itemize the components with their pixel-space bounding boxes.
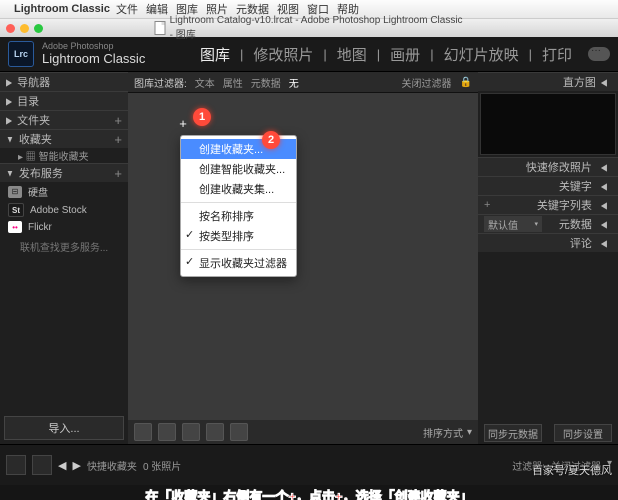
zoom-icon[interactable] (34, 24, 43, 33)
add-folder-icon[interactable]: + (114, 113, 122, 128)
menu-sort-name[interactable]: 按名称排序 (181, 206, 296, 226)
menu-sort-type[interactable]: 按类型排序 (181, 226, 296, 246)
prev-icon[interactable]: ◀ (58, 459, 66, 472)
cloud-sync-icon[interactable] (588, 47, 610, 61)
app-menu[interactable]: Lightroom Classic (14, 3, 110, 15)
histogram-display (480, 93, 616, 155)
filmstrip-source[interactable]: 快捷收藏夹 (87, 458, 137, 473)
filter-label: 图库过滤器: (134, 75, 187, 90)
filter-text[interactable]: 文本 (195, 75, 215, 90)
sort-dropdown[interactable]: ▾ (467, 427, 472, 438)
histogram-header[interactable]: 直方图◀ (478, 72, 618, 91)
menu-show-filter[interactable]: 显示收藏夹过滤器 (181, 253, 296, 273)
sort-label: 排序方式 (423, 425, 463, 440)
people-icon[interactable] (230, 423, 248, 441)
flickr-icon: •• (8, 221, 22, 233)
module-print[interactable]: 打印 (542, 44, 572, 65)
annotation-marker-1: 1 (193, 108, 211, 126)
next-icon[interactable]: ▶ (72, 459, 80, 472)
menu-file[interactable]: 文件 (116, 1, 138, 17)
catalog-header[interactable]: ▶目录 (0, 91, 128, 110)
module-develop[interactable]: 修改照片 (253, 44, 313, 65)
navigator-header[interactable]: ▶导航器 (0, 72, 128, 91)
brand-big: Lightroom Classic (42, 52, 145, 66)
right-panel: 直方图◀ 快速修改照片◀ 关键字◀ +关键字列表◀ 默认值▾元数据◀ 评论◀ 同… (478, 72, 618, 444)
keywording-header[interactable]: 关键字◀ (478, 176, 618, 195)
menu-create-smart[interactable]: 创建智能收藏夹... (181, 159, 296, 179)
add-collection-icon[interactable]: + (114, 132, 122, 147)
library-filter-bar: 图库过滤器: 文本 属性 元数据 无 关闭过滤器 🔒 (128, 72, 478, 93)
publish-header[interactable]: ▼发布服务+ (0, 163, 128, 182)
module-library[interactable]: 图库 (200, 44, 230, 65)
filmstrip: ◀ ▶ 快捷收藏夹 0 张照片 过滤器: 关闭过滤器 ▾ (0, 444, 618, 485)
filter-off[interactable]: 关闭过滤器 (402, 75, 452, 90)
quick-develop-header[interactable]: 快速修改照片◀ (478, 157, 618, 176)
service-flickr[interactable]: ••Flickr (0, 219, 128, 235)
keyword-list-header[interactable]: +关键字列表◀ (478, 195, 618, 214)
tutorial-caption: 在「收藏夹」右侧有一个+，点击+，选择「创建收藏夹」 (0, 485, 618, 500)
metadata-header[interactable]: 默认值▾元数据◀ (478, 214, 618, 233)
add-publish-icon[interactable]: + (114, 166, 122, 181)
harddrive-icon: ⊟ (8, 186, 22, 198)
app-header: Lrc Adobe Photoshop Lightroom Classic 图库… (0, 37, 618, 72)
sync-settings-button[interactable]: 同步设置 (554, 424, 612, 442)
compare-icon[interactable] (182, 423, 200, 441)
collections-context-menu: 创建收藏夹... 创建智能收藏夹... 创建收藏夹集... 按名称排序 按类型排… (180, 135, 297, 277)
service-adobestock[interactable]: StAdobe Stock (0, 201, 128, 219)
survey-icon[interactable] (206, 423, 224, 441)
menu-create-set[interactable]: 创建收藏夹集... (181, 179, 296, 199)
filter-attr[interactable]: 属性 (223, 75, 243, 90)
window-titlebar: Lightroom Catalog-v10.lrcat - Adobe Phot… (0, 19, 618, 37)
collections-plus-hotspot[interactable]: + (175, 115, 191, 131)
filmstrip-count: 0 张照片 (143, 458, 181, 473)
window-title: Lightroom Catalog-v10.lrcat - Adobe Phot… (170, 15, 464, 41)
secondary-display-icon[interactable] (6, 455, 26, 475)
service-harddrive[interactable]: ⊟硬盘 (0, 182, 128, 201)
module-book[interactable]: 画册 (390, 44, 420, 65)
document-icon (155, 21, 166, 35)
find-more-services[interactable]: 联机查找更多服务... (0, 235, 128, 258)
module-map[interactable]: 地图 (337, 44, 367, 65)
grid-toolbar: 排序方式 ▾ (128, 420, 478, 444)
byline: 百家号/夏天德风 (532, 462, 612, 478)
smart-collections-row[interactable]: ▸ ▦ 智能收藏夹 (0, 148, 128, 163)
metadata-preset-dropdown[interactable]: 默认值▾ (484, 216, 542, 232)
comments-header[interactable]: 评论◀ (478, 233, 618, 252)
filter-metadata[interactable]: 元数据 (251, 75, 281, 90)
lock-icon[interactable]: 🔒 (460, 77, 472, 88)
sync-metadata-button[interactable]: 同步元数据 (484, 424, 542, 442)
stock-icon: St (8, 203, 24, 217)
module-slideshow[interactable]: 幻灯片放映 (444, 44, 519, 65)
loupe-icon[interactable] (158, 423, 176, 441)
minimize-icon[interactable] (20, 24, 29, 33)
left-panel: ▶导航器 ▶目录 ▶文件夹+ ▼收藏夹+ ▸ ▦ 智能收藏夹 ▼发布服务+ ⊟硬… (0, 72, 128, 444)
close-icon[interactable] (6, 24, 15, 33)
import-button[interactable]: 导入... (4, 416, 124, 440)
app-badge: Lrc (8, 41, 34, 67)
main-display-icon[interactable] (32, 455, 52, 475)
annotation-marker-2: 2 (262, 131, 280, 149)
filter-none[interactable]: 无 (289, 75, 299, 90)
grid-icon[interactable] (134, 423, 152, 441)
collections-header[interactable]: ▼收藏夹+ (0, 129, 128, 148)
folders-header[interactable]: ▶文件夹+ (0, 110, 128, 129)
